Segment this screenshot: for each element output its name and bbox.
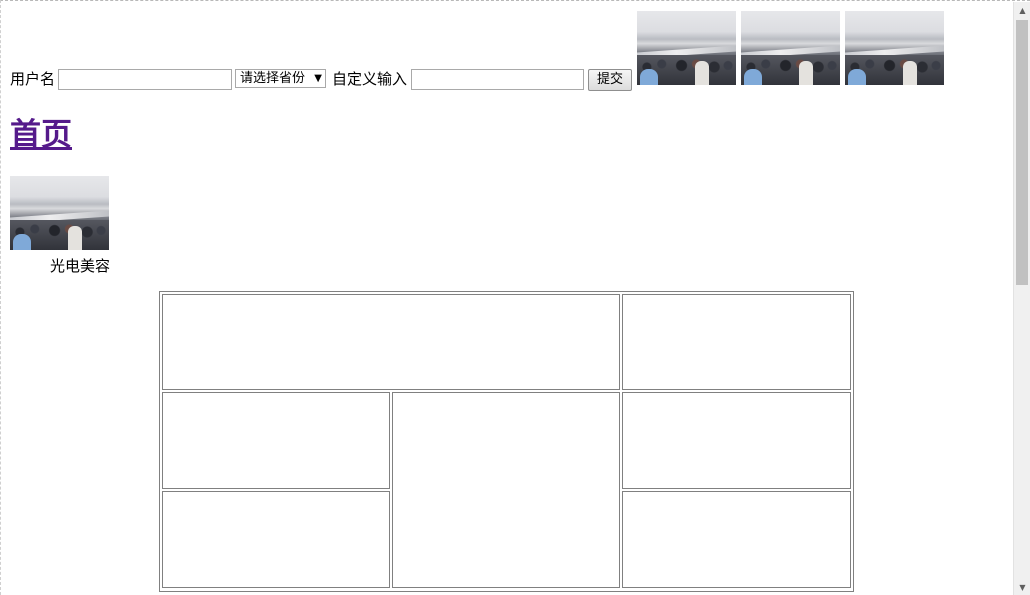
home-link[interactable]: 首页	[10, 115, 72, 155]
table-cell-middle-right	[622, 392, 851, 489]
table-cell-middle-left	[162, 392, 390, 489]
layout-table	[159, 291, 854, 592]
product-caption: 光电美容	[50, 257, 111, 275]
submit-button[interactable]: 提交	[588, 69, 632, 91]
scroll-down-icon[interactable]: ▼	[1014, 579, 1030, 595]
table-cell-top-left	[162, 294, 620, 390]
browser-viewport: 用户名 请选择省份 ▼ 自定义输入 提交 首页 光电美容 ▲ ▼	[0, 0, 1030, 595]
triangle-down-icon: ▼	[314, 73, 322, 84]
header-image-3	[845, 11, 944, 85]
custom-input-label: 自定义输入	[332, 70, 408, 88]
scroll-up-icon[interactable]: ▲	[1014, 2, 1030, 19]
table-cell-bottom-left	[162, 491, 390, 588]
table-cell-bottom-right	[622, 491, 851, 588]
username-input[interactable]	[58, 69, 232, 90]
custom-input[interactable]	[411, 69, 584, 90]
province-select[interactable]: 请选择省份 ▼	[235, 69, 326, 88]
header-image-1	[637, 11, 736, 85]
province-select-value: 请选择省份	[240, 71, 306, 86]
table-cell-top-right	[622, 294, 851, 390]
product-image[interactable]	[10, 176, 109, 250]
vertical-scrollbar[interactable]: ▲ ▼	[1013, 2, 1030, 595]
username-label: 用户名	[10, 70, 56, 88]
table-cell-center	[392, 392, 620, 588]
scrollbar-thumb[interactable]	[1016, 20, 1028, 285]
header-image-2	[741, 11, 840, 85]
